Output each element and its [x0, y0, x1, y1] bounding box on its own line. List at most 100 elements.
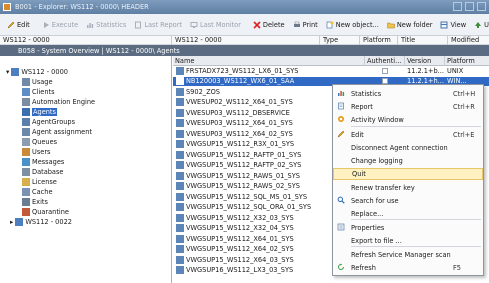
menu-item-refresh[interactable]: Refresh F5: [333, 262, 483, 274]
menu-separator: [351, 126, 481, 127]
menu-item-quit[interactable]: Quit: [333, 168, 483, 180]
menu-item-label: Change logging: [351, 157, 403, 165]
menu-item-label: Disconnect Agent connection: [351, 144, 448, 152]
address-right[interactable]: WS112 - 0000: [172, 35, 320, 45]
new-folder-icon: [387, 22, 395, 28]
menu-item-refresh-service-manager-scan[interactable]: Refresh Service Manager scan: [333, 249, 483, 261]
menu-item-properties[interactable]: Properties: [333, 222, 483, 234]
tree-item-database[interactable]: Database: [22, 167, 63, 176]
menu-item-label: Statistics: [351, 90, 382, 98]
agent-icon: [176, 66, 184, 75]
tree-second-root[interactable]: ▸ WS112 - 0022: [10, 217, 72, 226]
tree-item-exits[interactable]: Exits: [22, 197, 48, 206]
window-controls: [453, 2, 486, 11]
agent-icon: [176, 150, 184, 159]
last-monitor-button[interactable]: Last Monitor: [186, 17, 245, 33]
new-folder-button[interactable]: New folder: [383, 17, 437, 33]
table-row[interactable]: FRSTADX723_WS112_LX6_01_SYS 11.2.1+b... UN…: [173, 66, 489, 75]
engine-icon: [22, 97, 30, 106]
agent-icon: [176, 203, 184, 212]
assignment-icon: [22, 127, 30, 136]
new-object-button[interactable]: New object...: [322, 17, 383, 33]
menu-item-disconnect-agent-connection[interactable]: Disconnect Agent connection: [333, 142, 483, 154]
column-header-platform[interactable]: Platform: [445, 56, 489, 66]
minimize-icon[interactable]: [453, 2, 462, 11]
menu-item-statistics[interactable]: Statistics Ctrl+H: [333, 88, 483, 100]
address-col-modified[interactable]: Modified: [448, 36, 489, 45]
menu-item-report[interactable]: Report Ctrl+R: [333, 101, 483, 113]
tree-item-license[interactable]: License: [22, 177, 57, 186]
tree-item-cache[interactable]: Cache: [22, 187, 53, 196]
agent-icon: [176, 119, 184, 128]
menu-item-change-logging[interactable]: Change logging: [333, 155, 483, 167]
address-col-title[interactable]: Title: [398, 35, 448, 45]
tree-item-usage[interactable]: Usage: [22, 77, 53, 86]
queues-icon: [22, 137, 30, 146]
view-button[interactable]: View: [436, 17, 470, 33]
clients-icon: [22, 87, 30, 96]
users-icon: [22, 147, 30, 156]
menu-item-label: Replace...: [351, 210, 384, 218]
tree-item-agentgroups[interactable]: AgentGroups: [22, 117, 75, 126]
tree-item-automation-engine[interactable]: Automation Engine: [22, 97, 95, 106]
tree-item-agents[interactable]: Agents: [22, 107, 57, 116]
checkbox-icon: [382, 67, 388, 74]
panel-title: B058 - System Overview | WS112 - 0000\ A…: [0, 45, 489, 56]
up-icon: [475, 21, 482, 28]
collapse-icon[interactable]: ▾: [6, 68, 9, 76]
menu-item-activity-window[interactable]: Activity Window: [333, 114, 483, 126]
last-report-button[interactable]: Last Report: [130, 17, 186, 33]
menu-item-renew-transfer-key[interactable]: Renew transfer key: [333, 182, 483, 194]
edit-button[interactable]: Edit: [3, 17, 34, 33]
tree-item-quarantine[interactable]: Quarantine: [22, 207, 69, 216]
window-title: B001 - Explorer: WS112 - 0000\ HEADER: [15, 3, 149, 11]
report-icon: [337, 102, 345, 112]
menu-item-label: Refresh Service Manager scan: [351, 251, 451, 259]
refresh-icon: [337, 263, 345, 273]
up-button[interactable]: Up: [470, 17, 489, 33]
version-cell: 11.2.1+b...: [407, 66, 444, 75]
usage-icon: [22, 77, 30, 86]
address-col-platform[interactable]: Platform: [360, 35, 398, 45]
menu-item-export-to-file[interactable]: Export to file ...: [333, 235, 483, 247]
print-button[interactable]: Print: [289, 17, 322, 33]
edit-icon: [337, 130, 345, 140]
maximize-icon[interactable]: [465, 2, 474, 11]
menu-item-edit[interactable]: Edit Ctrl+E: [333, 129, 483, 141]
menu-item-label: Refresh: [351, 264, 376, 272]
address-left[interactable]: WS112 - 0000: [0, 35, 172, 45]
address-bar: WS112 - 0000 WS112 - 0000 Type Platform …: [0, 35, 489, 45]
report-icon: [135, 21, 142, 28]
tree-root[interactable]: ▾ WS112 - 0000: [6, 67, 68, 76]
statistics-button[interactable]: Statistics: [82, 17, 130, 33]
new-object-icon: [326, 21, 334, 28]
monitor-icon: [190, 21, 198, 28]
tree-item-queues[interactable]: Queues: [22, 137, 57, 146]
client-icon: [11, 67, 20, 76]
agent-icon: [176, 192, 184, 201]
menu-item-shortcut: Ctrl+H: [453, 90, 476, 98]
tree-item-messages[interactable]: Messages: [22, 157, 64, 166]
app-icon: [3, 3, 11, 11]
close-icon[interactable]: [477, 2, 486, 11]
menu-item-replace[interactable]: Replace...: [333, 208, 483, 220]
tree-item-users[interactable]: Users: [22, 147, 50, 156]
column-header-version[interactable]: Version: [405, 56, 445, 66]
edit-icon: [7, 21, 15, 29]
delete-button[interactable]: Delete: [249, 17, 289, 33]
authentication-cell: [365, 67, 405, 74]
agent-icon: [176, 182, 184, 191]
agent-icon: [176, 77, 184, 86]
client-icon: [15, 217, 24, 226]
tree-item-agent-assignment[interactable]: Agent assignment: [22, 127, 92, 136]
column-header-name[interactable]: Name: [173, 56, 365, 66]
execute-button[interactable]: Execute: [38, 17, 82, 33]
tree-item-clients[interactable]: Clients: [22, 87, 55, 96]
expand-icon[interactable]: ▸: [10, 218, 13, 226]
agent-icon: [176, 161, 184, 170]
column-header-authentication[interactable]: Authenti...: [365, 56, 405, 66]
messages-icon: [22, 157, 30, 166]
address-col-type[interactable]: Type: [320, 35, 360, 45]
menu-item-search-for-use[interactable]: Search for use: [333, 195, 483, 207]
agent-icon: [176, 171, 184, 180]
